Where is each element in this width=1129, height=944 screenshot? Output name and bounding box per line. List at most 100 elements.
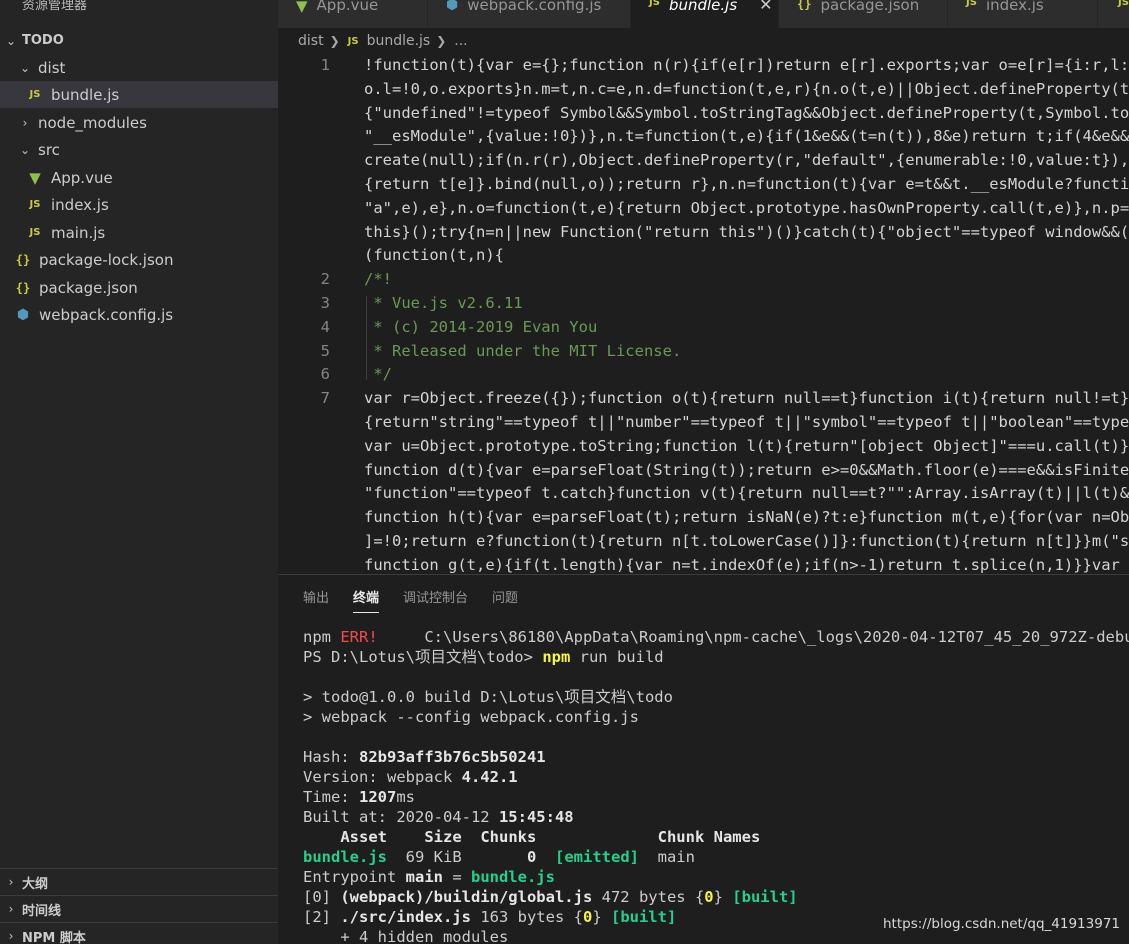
term-asset: bundle.js	[303, 848, 387, 866]
tree-folder-node-modules[interactable]: › node_modules	[0, 109, 278, 136]
term-bold: main	[405, 868, 443, 886]
tree-item-label: main.js	[51, 223, 106, 242]
terminal-line: Asset Size Chunks Chunk Names	[303, 827, 1129, 847]
tree-folder-dist[interactable]: ⌄ dist	[0, 54, 278, 81]
term-text: }	[713, 888, 733, 906]
tree-file-index-js[interactable]: JS index.js	[0, 191, 278, 218]
tree-item-label: index.js	[51, 195, 109, 214]
explorer-sidebar: 资源管理器 ⌄ TODO ⌄ dist JS bundle.js › node_…	[0, 0, 278, 944]
code-line: o.l=!0,o.exports}n.m=t,n.c=e,n.d=functio…	[278, 77, 1129, 101]
terminal-output[interactable]: npm ERR! C:\Users\86180\AppData\Roaming\…	[303, 627, 1129, 944]
term-prompt: PS D:\Lotus\项目文档\todo>	[303, 648, 543, 666]
term-bold: 4.42.1	[461, 768, 518, 786]
term-text: Version: webpack	[303, 768, 462, 786]
code-line: var u=Object.prototype.toString;function…	[278, 434, 1129, 458]
tab-terminal[interactable]: 终端	[353, 587, 380, 613]
term-header: Chunks	[461, 828, 537, 846]
tab-label: index.js	[985, 0, 1044, 14]
term-chunk: 0	[704, 888, 714, 906]
section-npm-scripts[interactable]: › NPM 脚本	[0, 922, 278, 944]
close-icon[interactable]: ✕	[759, 0, 772, 14]
code-text: create(null);if(n.r(r),Object.defineProp…	[364, 151, 1129, 170]
term-text: Built at: 2020-04-12	[303, 808, 499, 826]
term-header	[536, 828, 657, 846]
js-file-icon: JS	[29, 227, 41, 238]
tree-file-app-vue[interactable]: ▼ App.vue	[0, 164, 278, 191]
term-header: Chunk Names	[657, 828, 761, 846]
tab-output[interactable]: 输出	[303, 587, 329, 613]
js-file-icon: JS	[966, 0, 977, 8]
term-text: =	[442, 868, 471, 886]
tab-label: webpack.config.js	[467, 0, 602, 14]
term-built: [built]	[610, 908, 677, 926]
section-header-todo[interactable]: ⌄ TODO	[0, 27, 278, 54]
term-asset: bundle.js	[470, 868, 555, 886]
term-bold: ./src/index.js	[340, 908, 471, 926]
term-text: Hash:	[303, 748, 359, 766]
code-text: var u=Object.prototype.toString;function…	[364, 436, 1129, 455]
code-editor[interactable]: 1 !function(t){var e={};function n(r){if(…	[278, 52, 1129, 574]
code-text: var r=Object.freeze({});function o(t){re…	[364, 389, 1129, 408]
tab-package-json[interactable]: {} package.json	[779, 0, 948, 28]
tree-item-label: webpack.config.js	[39, 305, 174, 324]
json-file-icon: {}	[797, 0, 812, 11]
tab-bundle-js[interactable]: JS bundle.js ✕	[631, 0, 779, 28]
term-error: ERR!	[340, 628, 378, 646]
terminal-line: Entrypoint main = bundle.js	[303, 867, 1129, 887]
line-number: 1	[320, 56, 330, 74]
terminal-line: > todo@1.0.0 build D:\Lotus\项目文档\todo	[303, 688, 673, 706]
line-number: 5	[320, 341, 330, 360]
terminal-line: > webpack --config webpack.config.js	[303, 708, 639, 726]
term-command: npm	[542, 648, 571, 666]
code-line: create(null);if(n.r(r),Object.defineProp…	[278, 148, 1129, 172]
tree-item-label: src	[38, 140, 60, 159]
tree-file-package-json[interactable]: {} package.json	[0, 274, 278, 301]
breadcrumb-folder[interactable]: dist	[298, 33, 324, 49]
breadcrumb-file[interactable]: bundle.js	[367, 33, 431, 49]
tree-file-package-lock-json[interactable]: {} package-lock.json	[0, 246, 278, 273]
terminal-line: Version: webpack 4.42.1	[303, 767, 1129, 787]
chevron-right-icon: ›	[8, 929, 14, 943]
terminal-line: Time: 1207ms	[303, 787, 1129, 807]
term-text: [0]	[303, 888, 341, 906]
section-timeline[interactable]: › 时间线	[0, 895, 278, 922]
tree-file-webpack-config-js[interactable]: ⬢ webpack.config.js	[0, 301, 278, 328]
term-emitted: [emitted]	[536, 848, 639, 866]
tab-index-js[interactable]: JS index.js	[948, 0, 1098, 28]
code-line: {return"string"==typeof t||"number"==typ…	[278, 410, 1129, 434]
code-text: function d(t){var e=parseFloat(String(t)…	[364, 460, 1129, 479]
section-outline[interactable]: › 大纲	[0, 868, 278, 895]
code-text: "__esModule",{value:!0})},n.t=function(t…	[364, 127, 1129, 146]
code-text: /*!	[364, 270, 392, 289]
tree-item-label: App.vue	[51, 168, 113, 187]
tab-webpack-config-js[interactable]: ⬢ webpack.config.js	[428, 0, 631, 28]
tab-label: bundle.js	[668, 0, 738, 14]
code-line: {return t[e]}.bind(null,o));return r},n.…	[278, 172, 1129, 196]
bottom-panel: 输出 终端 调试控制台 问题 npm ERR! C:\Users\86180\A…	[278, 574, 1129, 944]
tab-overflow[interactable]: JS	[1098, 0, 1129, 28]
code-line: function d(t){var e=parseFloat(String(t)…	[278, 458, 1129, 482]
tab-problems[interactable]: 问题	[492, 587, 518, 613]
section-title: 时间线	[22, 903, 62, 919]
code-line: "a",e),e},n.o=function(t,e){return Objec…	[278, 196, 1129, 220]
term-text: 69 KiB	[387, 848, 462, 866]
term-bold: (webpack)/buildin/global.js	[340, 888, 593, 906]
term-text: [2]	[303, 908, 341, 926]
tree-file-main-js[interactable]: JS main.js	[0, 219, 278, 246]
code-line: "__esModule",{value:!0})},n.t=function(t…	[278, 124, 1129, 148]
line-number: 4	[320, 317, 330, 336]
code-text: !function(t){var e={};function n(r){if(e…	[364, 56, 1129, 74]
tab-app-vue[interactable]: ▼ App.vue	[278, 0, 428, 28]
code-text: ]=!0;return e?function(t){return n[t.toL…	[364, 532, 1129, 550]
panel-tab-bar: 输出 终端 调试控制台 问题	[303, 587, 542, 613]
chevron-right-icon: ›	[8, 875, 14, 889]
tree-file-bundle-js[interactable]: JS bundle.js	[0, 81, 278, 108]
line-number: 7	[320, 389, 330, 408]
breadcrumb-more[interactable]: ...	[454, 33, 467, 49]
tree-folder-src[interactable]: ⌄ src	[0, 136, 278, 163]
watermark: https://blog.csdn.net/qq_41913971	[882, 916, 1120, 932]
code-text: {return t[e]}.bind(null,o));return r},n.…	[364, 175, 1129, 193]
term-header: Asset	[303, 828, 387, 846]
tab-debug-console[interactable]: 调试控制台	[403, 587, 468, 613]
